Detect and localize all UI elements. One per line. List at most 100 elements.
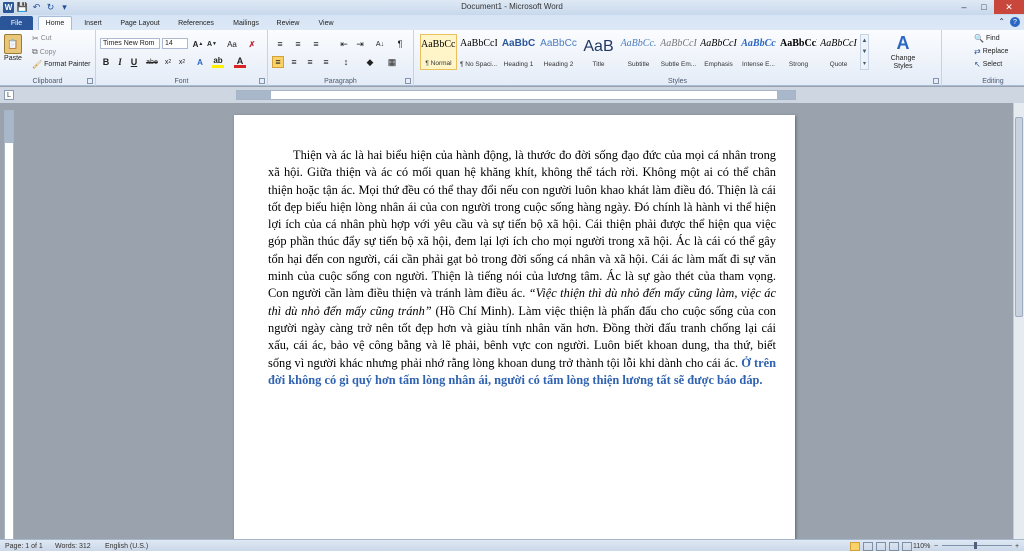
more-styles-icon[interactable]: ▾ — [863, 60, 866, 67]
tab-view[interactable]: View — [310, 16, 342, 30]
document-page[interactable]: Thiện và ác là hai biểu hiện của hành độ… — [234, 115, 795, 545]
language-indicator[interactable]: English (U.S.) — [105, 541, 148, 551]
style-heading-1[interactable]: AaBbC Heading 1 — [500, 34, 537, 70]
title-bar: W 💾 ↶ ↻ ▾ Document1 - Microsoft Word – □… — [0, 0, 1024, 15]
highlight-icon[interactable]: ab — [212, 56, 224, 68]
clipboard-launcher-icon[interactable] — [87, 78, 93, 84]
scrollbar-thumb[interactable] — [1015, 117, 1023, 317]
vertical-scrollbar[interactable] — [1013, 103, 1024, 539]
zoom-out-icon[interactable]: − — [934, 541, 938, 551]
copy-button[interactable]: ⧉ Copy — [32, 47, 56, 57]
style-name: Heading 1 — [503, 61, 534, 68]
word-count[interactable]: Words: 312 — [55, 541, 91, 551]
style-emphasis[interactable]: AaBbCcI Emphasis — [700, 34, 737, 70]
underline-icon[interactable]: U — [128, 56, 140, 68]
replace-button[interactable]: ⇄ Replace — [974, 47, 1008, 56]
format-painter-button[interactable]: 🖌 Format Painter — [32, 60, 90, 69]
bold-icon[interactable]: B — [100, 56, 112, 68]
styles-group: AaBbCcI ¶ Normal AaBbCcI ¶ No Spaci... A… — [414, 30, 942, 86]
grow-font-icon[interactable]: A ▲ — [192, 38, 204, 50]
align-left-icon[interactable]: ≡ — [272, 56, 284, 68]
tab-review[interactable]: Review — [270, 16, 306, 30]
style-subtitle[interactable]: AaBbCc. Subtitle — [620, 34, 657, 70]
ribbon-minimize-icon[interactable]: ⌃ — [998, 17, 1005, 27]
tab-page-layout[interactable]: Page Layout — [114, 16, 166, 30]
subscript-icon[interactable]: x2 — [162, 56, 174, 68]
multilevel-list-icon[interactable]: ≡ — [310, 38, 322, 50]
font-launcher-icon[interactable] — [259, 78, 265, 84]
horizontal-ruler[interactable] — [236, 90, 796, 100]
style-heading-2[interactable]: AaBbCc Heading 2 — [540, 34, 577, 70]
select-button[interactable]: ↖ Select — [974, 60, 1002, 69]
increase-indent-icon[interactable]: ⇥ — [354, 38, 366, 50]
maximize-icon[interactable]: □ — [974, 0, 994, 14]
zoom-level[interactable]: 110% — [913, 541, 930, 551]
style-normal[interactable]: AaBbCcI ¶ Normal — [420, 34, 457, 70]
select-label: Select — [982, 61, 1003, 68]
help-icon[interactable]: ? — [1010, 17, 1020, 27]
styles-launcher-icon[interactable] — [933, 78, 939, 84]
full-screen-reading-icon[interactable] — [863, 541, 873, 551]
line-spacing-icon[interactable]: ↕ — [340, 56, 352, 68]
font-family-select[interactable]: Times New Rom — [100, 38, 160, 49]
outline-icon[interactable] — [889, 541, 899, 551]
show-formatting-icon[interactable]: ¶ — [394, 38, 406, 50]
bullets-icon[interactable]: ≡ — [274, 38, 286, 50]
shading-icon[interactable]: ◆ — [364, 56, 376, 68]
tab-insert[interactable]: Insert — [76, 16, 110, 30]
italic-icon[interactable]: I — [114, 56, 126, 68]
style-intense-emphasis[interactable]: AaBbCc Intense E... — [740, 34, 777, 70]
tab-file[interactable]: File — [0, 16, 33, 30]
align-center-icon[interactable]: ≡ — [288, 56, 300, 68]
scroll-down-icon[interactable]: ▼ — [862, 49, 868, 55]
draft-icon[interactable] — [902, 541, 912, 551]
text-effects-icon[interactable]: A — [194, 56, 206, 68]
style-quote[interactable]: AaBbCcI Quote — [820, 34, 857, 70]
editing-group: 🔍 Find ⇄ Replace ↖ Select Editing — [962, 30, 1024, 86]
web-layout-icon[interactable] — [876, 541, 886, 551]
style-no-spacing[interactable]: AaBbCcI ¶ No Spaci... — [460, 34, 497, 70]
align-right-icon[interactable]: ≡ — [304, 56, 316, 68]
change-styles-button[interactable]: A Change Styles — [878, 33, 928, 71]
zoom-slider-knob[interactable] — [974, 542, 977, 549]
body-paragraph[interactable]: Thiện và ác là hai biểu hiện của hành độ… — [268, 147, 776, 389]
scissors-icon: ✂ — [32, 34, 39, 43]
style-strong[interactable]: AaBbCcI Strong — [780, 34, 817, 70]
paragraph-text: Thiện và ác là hai biểu hiện của hành độ… — [268, 148, 776, 301]
page-count[interactable]: Page: 1 of 1 — [5, 541, 43, 551]
font-color-icon[interactable]: A — [234, 56, 246, 68]
find-button[interactable]: 🔍 Find — [974, 34, 1000, 43]
zoom-slider[interactable] — [942, 542, 1012, 549]
change-case-icon[interactable]: Aa — [226, 38, 238, 50]
scroll-up-icon[interactable]: ▲ — [862, 38, 868, 44]
shrink-font-icon[interactable]: A ▼ — [206, 38, 218, 50]
borders-icon[interactable]: ▦ — [386, 56, 398, 68]
copy-icon: ⧉ — [32, 47, 38, 56]
style-title[interactable]: AaB Title — [580, 34, 617, 70]
close-icon[interactable]: ✕ — [994, 0, 1024, 14]
paintbrush-icon: 🖌 — [32, 60, 43, 69]
tab-mailings[interactable]: Mailings — [226, 16, 266, 30]
style-subtle-emphasis[interactable]: AaBbCcI Subtle Em... — [660, 34, 697, 70]
top-margin-area — [5, 111, 13, 143]
sort-icon[interactable]: A↓ — [374, 38, 386, 50]
style-preview: AaBbCcI — [700, 38, 737, 49]
strikethrough-icon[interactable]: abe — [146, 56, 158, 68]
justify-icon[interactable]: ≡ — [320, 56, 332, 68]
zoom-in-icon[interactable]: + — [1015, 541, 1019, 551]
superscript-icon[interactable]: x2 — [176, 56, 188, 68]
vertical-ruler[interactable] — [4, 110, 14, 540]
minimize-icon[interactable]: – — [954, 0, 974, 14]
font-size-select[interactable]: 14 — [162, 38, 188, 49]
clear-formatting-icon[interactable]: ✗ — [246, 38, 258, 50]
styles-scroll-buttons[interactable]: ▲ ▼ ▾ — [860, 34, 869, 70]
tab-home[interactable]: Home — [38, 16, 72, 30]
cut-button[interactable]: ✂ Cut — [32, 34, 52, 43]
tab-references[interactable]: References — [170, 16, 222, 30]
paste-button[interactable]: 📋 Paste — [4, 34, 22, 62]
paragraph-launcher-icon[interactable] — [405, 78, 411, 84]
print-layout-icon[interactable] — [850, 541, 860, 551]
numbering-icon[interactable]: ≡ — [292, 38, 304, 50]
decrease-indent-icon[interactable]: ⇤ — [338, 38, 350, 50]
tab-selector-icon[interactable]: L — [4, 90, 14, 100]
